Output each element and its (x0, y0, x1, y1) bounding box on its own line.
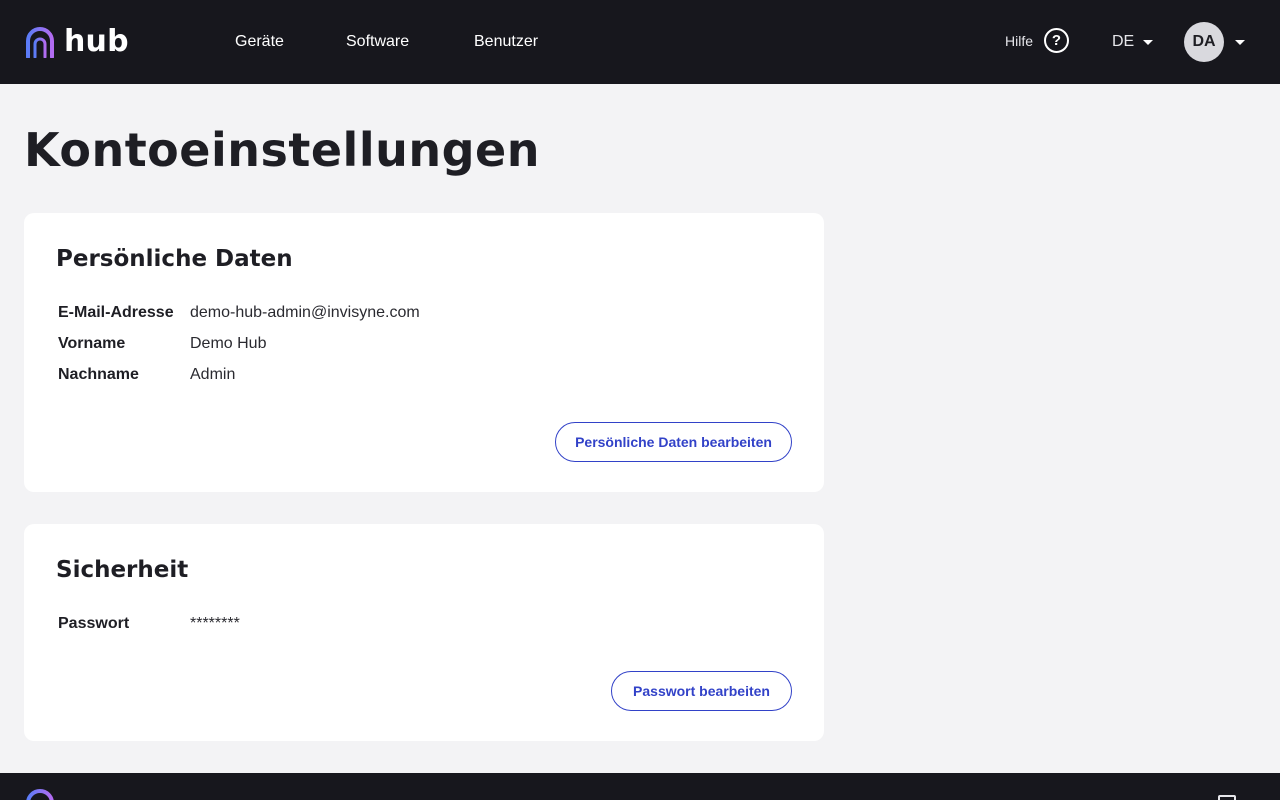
top-navigation-bar: hub Geräte Software Benutzer Hilfe ? DE … (0, 0, 1280, 84)
hub-logo-icon (26, 789, 54, 800)
edit-personal-data-button[interactable]: Persönliche Daten bearbeiten (555, 422, 792, 462)
personal-data-card: Persönliche Daten E-Mail-Adresse demo-hu… (24, 213, 824, 492)
password-row: Passwort ******** (58, 614, 240, 634)
email-value: demo-hub-admin@invisyne.com (190, 304, 420, 321)
nav-devices[interactable]: Geräte (235, 32, 284, 52)
hub-logo-icon (26, 26, 54, 58)
language-label: DE (1112, 33, 1135, 50)
password-value: ******** (190, 615, 240, 632)
email-row: E-Mail-Adresse demo-hub-admin@invisyne.c… (58, 303, 420, 323)
footer-logo[interactable] (24, 789, 56, 800)
logo-text: hub (64, 24, 129, 59)
lastname-value: Admin (190, 366, 236, 383)
password-label: Passwort (58, 615, 130, 632)
user-menu[interactable]: DA (1184, 22, 1245, 62)
lastname-row: Nachname Admin (58, 365, 235, 385)
lastname-label: Nachname (58, 366, 139, 383)
help-label: Hilfe (1005, 32, 1034, 49)
security-title: Sicherheit (56, 557, 189, 583)
firstname-row: Vorname Demo Hub (58, 334, 266, 354)
chevron-down-icon (1143, 39, 1154, 45)
nav-users[interactable]: Benutzer (474, 32, 538, 52)
firstname-value: Demo Hub (190, 335, 267, 352)
mail-icon[interactable] (1218, 795, 1236, 800)
edit-password-button[interactable]: Passwort bearbeiten (611, 671, 792, 711)
email-label: E-Mail-Adresse (58, 304, 174, 321)
nav-software[interactable]: Software (346, 32, 409, 52)
language-selector[interactable]: DE (1112, 32, 1154, 52)
chevron-down-icon (1235, 39, 1245, 45)
hub-logo[interactable]: hub (24, 26, 129, 58)
help-button[interactable]: Hilfe ? (1005, 28, 1070, 53)
security-card: Sicherheit Passwort ******** Passwort be… (24, 524, 824, 741)
avatar: DA (1184, 22, 1224, 62)
question-mark-icon: ? (1044, 28, 1070, 53)
personal-data-title: Persönliche Daten (56, 246, 293, 272)
footer-bar (0, 773, 1280, 800)
page-title: Kontoeinstellungen (24, 123, 540, 177)
firstname-label: Vorname (58, 335, 126, 352)
